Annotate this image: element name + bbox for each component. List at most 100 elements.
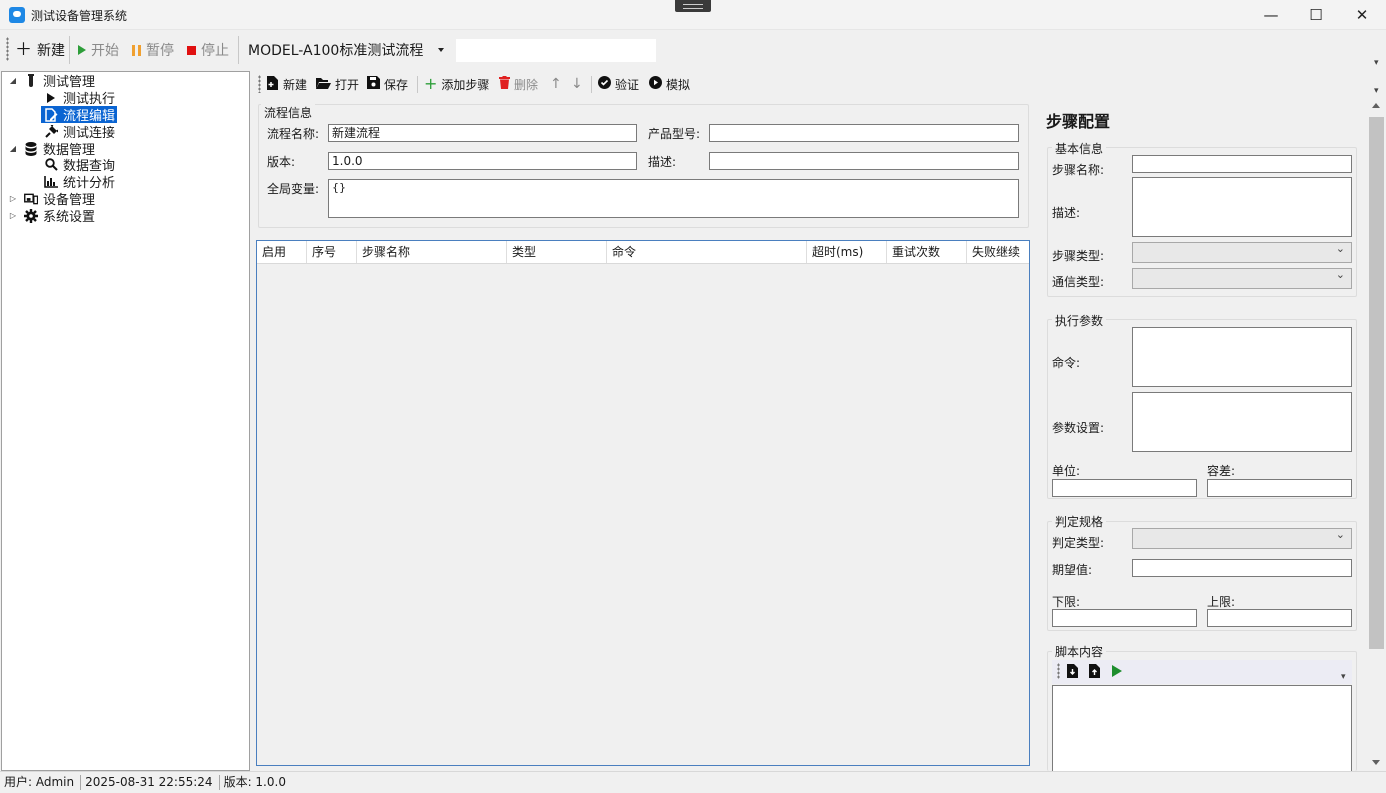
tree-item-system-settings[interactable]: 系统设置 bbox=[24, 207, 96, 225]
stop-icon bbox=[187, 45, 196, 55]
flow-select[interactable]: MODEL-A100标准测试流程 bbox=[242, 38, 450, 62]
column-header-continue-on-fail[interactable]: 失败继续 bbox=[967, 241, 1029, 263]
scrollbar-thumb[interactable] bbox=[1369, 117, 1384, 649]
navigation-tree bbox=[1, 71, 250, 771]
command-textarea[interactable] bbox=[1132, 327, 1352, 387]
column-header-timeout[interactable]: 超时(ms) bbox=[807, 241, 887, 263]
tree-item-data-query[interactable]: 数据查询 bbox=[44, 156, 115, 174]
tree-item-test-connection[interactable]: 测试连接 bbox=[44, 123, 115, 141]
script-import-button[interactable] bbox=[1066, 664, 1079, 681]
start-button[interactable]: 开始 bbox=[78, 38, 119, 62]
script-title: 脚本内容 bbox=[1052, 643, 1107, 660]
toolbar-grip[interactable] bbox=[258, 75, 261, 93]
step-desc-textarea[interactable] bbox=[1132, 177, 1352, 237]
script-export-button[interactable] bbox=[1088, 664, 1101, 681]
comm-type-select[interactable] bbox=[1132, 268, 1352, 289]
tree-item-device-management[interactable]: 设备管理 bbox=[24, 190, 95, 208]
expand-arrow-icon[interactable]: ▷ bbox=[8, 194, 18, 204]
global-vars-textarea[interactable]: {} bbox=[328, 179, 1019, 218]
collapse-arrow-icon[interactable]: ◢ bbox=[8, 144, 18, 154]
exec-params-title: 执行参数 bbox=[1052, 312, 1107, 329]
flow-name-input[interactable]: 新建流程 bbox=[328, 124, 637, 142]
column-header-retries[interactable]: 重试次数 bbox=[887, 241, 967, 263]
flow-save-button[interactable]: 保存 bbox=[367, 75, 408, 93]
close-button[interactable]: ✕ bbox=[1339, 0, 1385, 30]
delete-step-button[interactable]: 删除 bbox=[499, 75, 538, 93]
column-header-step-name[interactable]: 步骤名称 bbox=[357, 241, 507, 263]
scroll-up-icon[interactable] bbox=[1372, 103, 1380, 108]
toolbar-search-input[interactable] bbox=[456, 39, 656, 62]
flow-new-button[interactable]: 新建 bbox=[266, 75, 307, 93]
move-up-button[interactable]: ↑ bbox=[550, 75, 562, 93]
validate-button[interactable]: 验证 bbox=[598, 75, 639, 93]
toolbar-overflow-icon[interactable]: ▾ bbox=[1374, 58, 1379, 68]
version-input[interactable]: 1.0.0 bbox=[328, 152, 637, 170]
toolbar-grip[interactable] bbox=[6, 37, 9, 61]
new-button-label: 新建 bbox=[37, 43, 65, 59]
stop-button[interactable]: 停止 bbox=[187, 38, 229, 62]
edit-document-icon bbox=[44, 107, 58, 122]
drag-handle[interactable] bbox=[675, 0, 711, 12]
tree-item-statistics[interactable]: 统计分析 bbox=[44, 173, 115, 191]
pause-button[interactable]: 暂停 bbox=[132, 38, 174, 62]
play-circle-icon bbox=[649, 76, 662, 92]
product-model-input[interactable] bbox=[709, 124, 1019, 142]
step-desc-label: 描述: bbox=[1052, 206, 1081, 220]
add-step-label: 添加步骤 bbox=[441, 77, 490, 92]
expected-input[interactable] bbox=[1132, 559, 1352, 577]
arrow-down-icon: ↓ bbox=[571, 76, 583, 92]
lower-limit-input[interactable] bbox=[1052, 609, 1197, 627]
step-name-input[interactable] bbox=[1132, 155, 1352, 173]
plug-icon bbox=[44, 124, 58, 139]
toolbar-overflow-icon[interactable]: ▾ bbox=[1374, 86, 1379, 96]
param-settings-textarea[interactable] bbox=[1132, 392, 1352, 452]
plus-icon: ＋ bbox=[15, 40, 32, 60]
minimize-button[interactable]: — bbox=[1248, 0, 1294, 30]
toolbar-grip[interactable] bbox=[1057, 663, 1060, 679]
gear-icon bbox=[24, 208, 38, 223]
tolerance-input[interactable] bbox=[1207, 479, 1352, 497]
script-editor[interactable] bbox=[1052, 685, 1352, 771]
flow-save-label: 保存 bbox=[384, 77, 409, 92]
tree-item-test-execution[interactable]: 测试执行 bbox=[44, 89, 115, 107]
flow-info-title: 流程信息 bbox=[261, 104, 316, 121]
unit-label: 单位: bbox=[1052, 464, 1081, 478]
judge-type-select[interactable] bbox=[1132, 528, 1352, 549]
play-icon bbox=[78, 45, 86, 55]
stop-button-label: 停止 bbox=[201, 43, 229, 59]
app-icon bbox=[9, 7, 25, 23]
test-tube-icon bbox=[24, 73, 38, 88]
move-down-button[interactable]: ↓ bbox=[571, 75, 583, 93]
step-type-select[interactable] bbox=[1132, 242, 1352, 263]
scroll-down-icon[interactable] bbox=[1372, 760, 1380, 765]
description-input[interactable] bbox=[709, 152, 1019, 170]
description-label: 描述: bbox=[648, 155, 677, 169]
column-header-enabled[interactable]: 启用 bbox=[257, 241, 307, 263]
script-run-button[interactable] bbox=[1112, 665, 1122, 680]
dropdown-arrow-icon bbox=[438, 48, 444, 52]
flow-open-button[interactable]: 打开 bbox=[316, 75, 359, 93]
play-icon bbox=[1112, 665, 1122, 680]
toolbar-overflow-icon[interactable]: ▾ bbox=[1341, 672, 1346, 682]
flow-editor-toolbar bbox=[253, 72, 1386, 96]
unit-input[interactable] bbox=[1052, 479, 1197, 497]
tree-item-flow-edit[interactable]: 流程编辑 bbox=[41, 106, 118, 124]
maximize-button[interactable]: ☐ bbox=[1293, 0, 1339, 30]
expand-arrow-icon[interactable]: ▷ bbox=[8, 211, 18, 221]
new-button[interactable]: ＋ 新建 bbox=[15, 38, 65, 62]
tree-item-label: 系统设置 bbox=[43, 210, 96, 225]
lower-limit-label: 下限: bbox=[1052, 595, 1081, 609]
tree-item-test-management[interactable]: 测试管理 bbox=[24, 72, 95, 90]
add-step-button[interactable]: + 添加步骤 bbox=[424, 75, 489, 93]
pause-button-label: 暂停 bbox=[146, 43, 174, 59]
save-icon bbox=[367, 76, 380, 92]
param-settings-label: 参数设置: bbox=[1052, 421, 1105, 435]
column-header-command[interactable]: 命令 bbox=[607, 241, 807, 263]
column-header-index[interactable]: 序号 bbox=[307, 241, 357, 263]
upper-limit-input[interactable] bbox=[1207, 609, 1352, 627]
steps-grid[interactable]: 启用 序号 步骤名称 类型 命令 超时(ms) 重试次数 失败继续 bbox=[256, 240, 1030, 766]
simulate-button[interactable]: 模拟 bbox=[649, 75, 690, 93]
toolbar-separator bbox=[591, 76, 592, 93]
collapse-arrow-icon[interactable]: ◢ bbox=[8, 76, 18, 86]
column-header-type[interactable]: 类型 bbox=[507, 241, 607, 263]
